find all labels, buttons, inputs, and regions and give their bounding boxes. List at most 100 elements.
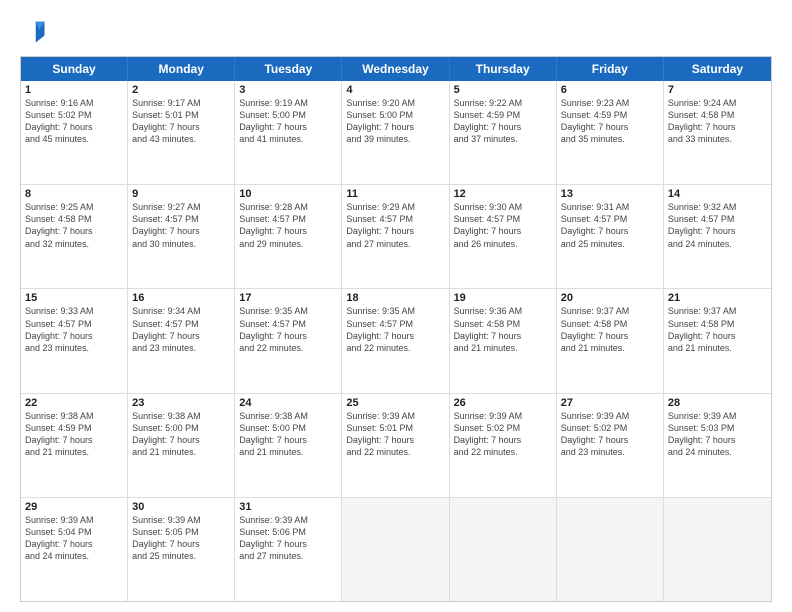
- logo: [20, 18, 50, 46]
- weekday-header: Tuesday: [235, 57, 342, 81]
- day-number: 10: [239, 188, 337, 200]
- cell-info-line: Sunrise: 9:39 AM: [132, 514, 230, 526]
- calendar-header: SundayMondayTuesdayWednesdayThursdayFrid…: [21, 57, 771, 81]
- cell-info-line: Sunset: 5:01 PM: [132, 109, 230, 121]
- cell-info-line: Sunset: 5:01 PM: [346, 422, 444, 434]
- day-number: 12: [454, 188, 552, 200]
- calendar-row: 29Sunrise: 9:39 AMSunset: 5:04 PMDayligh…: [21, 497, 771, 601]
- calendar-cell: 22Sunrise: 9:38 AMSunset: 4:59 PMDayligh…: [21, 394, 128, 497]
- cell-info-line: Sunset: 4:57 PM: [454, 213, 552, 225]
- cell-info-line: Sunset: 4:59 PM: [561, 109, 659, 121]
- day-number: 26: [454, 397, 552, 409]
- cell-info-line: Sunrise: 9:35 AM: [346, 305, 444, 317]
- weekday-header: Monday: [128, 57, 235, 81]
- day-number: 7: [668, 84, 767, 96]
- calendar-cell: 8Sunrise: 9:25 AMSunset: 4:58 PMDaylight…: [21, 185, 128, 288]
- cell-info-line: and 21 minutes.: [454, 342, 552, 354]
- cell-info-line: Sunset: 5:00 PM: [239, 109, 337, 121]
- cell-info-line: Sunrise: 9:39 AM: [454, 410, 552, 422]
- calendar-cell: [664, 498, 771, 601]
- day-number: 15: [25, 292, 123, 304]
- cell-info-line: Sunset: 5:00 PM: [346, 109, 444, 121]
- cell-info-line: Daylight: 7 hours: [454, 225, 552, 237]
- cell-info-line: and 24 minutes.: [668, 238, 767, 250]
- day-number: 30: [132, 501, 230, 513]
- cell-info-line: and 21 minutes.: [668, 342, 767, 354]
- day-number: 31: [239, 501, 337, 513]
- header: [20, 18, 772, 46]
- cell-info-line: Daylight: 7 hours: [239, 121, 337, 133]
- cell-info-line: Sunset: 5:02 PM: [25, 109, 123, 121]
- calendar-cell: 17Sunrise: 9:35 AMSunset: 4:57 PMDayligh…: [235, 289, 342, 392]
- cell-info-line: Daylight: 7 hours: [25, 225, 123, 237]
- day-number: 11: [346, 188, 444, 200]
- weekday-header: Wednesday: [342, 57, 449, 81]
- logo-icon: [20, 18, 48, 46]
- calendar: SundayMondayTuesdayWednesdayThursdayFrid…: [20, 56, 772, 602]
- cell-info-line: and 35 minutes.: [561, 133, 659, 145]
- cell-info-line: Daylight: 7 hours: [454, 330, 552, 342]
- cell-info-line: Sunset: 5:00 PM: [239, 422, 337, 434]
- day-number: 16: [132, 292, 230, 304]
- cell-info-line: Sunrise: 9:39 AM: [25, 514, 123, 526]
- cell-info-line: Sunrise: 9:17 AM: [132, 97, 230, 109]
- cell-info-line: Sunrise: 9:31 AM: [561, 201, 659, 213]
- cell-info-line: Daylight: 7 hours: [454, 434, 552, 446]
- calendar-cell: 24Sunrise: 9:38 AMSunset: 5:00 PMDayligh…: [235, 394, 342, 497]
- cell-info-line: Daylight: 7 hours: [25, 538, 123, 550]
- calendar-row: 15Sunrise: 9:33 AMSunset: 4:57 PMDayligh…: [21, 288, 771, 392]
- cell-info-line: and 33 minutes.: [668, 133, 767, 145]
- cell-info-line: Sunset: 4:59 PM: [454, 109, 552, 121]
- cell-info-line: Sunset: 4:57 PM: [132, 318, 230, 330]
- cell-info-line: and 22 minutes.: [239, 342, 337, 354]
- calendar-cell: [450, 498, 557, 601]
- cell-info-line: Daylight: 7 hours: [561, 330, 659, 342]
- cell-info-line: and 37 minutes.: [454, 133, 552, 145]
- cell-info-line: Sunset: 4:57 PM: [346, 213, 444, 225]
- cell-info-line: Daylight: 7 hours: [561, 225, 659, 237]
- cell-info-line: Sunrise: 9:37 AM: [561, 305, 659, 317]
- weekday-header: Friday: [557, 57, 664, 81]
- cell-info-line: and 21 minutes.: [25, 446, 123, 458]
- cell-info-line: Daylight: 7 hours: [239, 225, 337, 237]
- calendar-cell: 26Sunrise: 9:39 AMSunset: 5:02 PMDayligh…: [450, 394, 557, 497]
- cell-info-line: Sunset: 4:58 PM: [454, 318, 552, 330]
- cell-info-line: Sunrise: 9:39 AM: [668, 410, 767, 422]
- day-number: 19: [454, 292, 552, 304]
- cell-info-line: Sunset: 5:06 PM: [239, 526, 337, 538]
- calendar-cell: [342, 498, 449, 601]
- cell-info-line: Sunrise: 9:39 AM: [239, 514, 337, 526]
- calendar-cell: 15Sunrise: 9:33 AMSunset: 4:57 PMDayligh…: [21, 289, 128, 392]
- cell-info-line: Daylight: 7 hours: [239, 538, 337, 550]
- day-number: 5: [454, 84, 552, 96]
- cell-info-line: Sunset: 4:57 PM: [25, 318, 123, 330]
- calendar-row: 1Sunrise: 9:16 AMSunset: 5:02 PMDaylight…: [21, 81, 771, 184]
- cell-info-line: Daylight: 7 hours: [346, 330, 444, 342]
- day-number: 24: [239, 397, 337, 409]
- day-number: 3: [239, 84, 337, 96]
- cell-info-line: Sunrise: 9:39 AM: [346, 410, 444, 422]
- cell-info-line: Daylight: 7 hours: [561, 434, 659, 446]
- cell-info-line: Sunrise: 9:36 AM: [454, 305, 552, 317]
- cell-info-line: Daylight: 7 hours: [668, 225, 767, 237]
- cell-info-line: Sunrise: 9:37 AM: [668, 305, 767, 317]
- calendar-cell: 11Sunrise: 9:29 AMSunset: 4:57 PMDayligh…: [342, 185, 449, 288]
- calendar-cell: 14Sunrise: 9:32 AMSunset: 4:57 PMDayligh…: [664, 185, 771, 288]
- calendar-cell: 19Sunrise: 9:36 AMSunset: 4:58 PMDayligh…: [450, 289, 557, 392]
- cell-info-line: and 26 minutes.: [454, 238, 552, 250]
- cell-info-line: Sunrise: 9:16 AM: [25, 97, 123, 109]
- calendar-body: 1Sunrise: 9:16 AMSunset: 5:02 PMDaylight…: [21, 81, 771, 601]
- day-number: 8: [25, 188, 123, 200]
- cell-info-line: Sunset: 5:04 PM: [25, 526, 123, 538]
- day-number: 22: [25, 397, 123, 409]
- cell-info-line: Daylight: 7 hours: [346, 225, 444, 237]
- cell-info-line: Sunrise: 9:38 AM: [132, 410, 230, 422]
- cell-info-line: Daylight: 7 hours: [25, 330, 123, 342]
- cell-info-line: Daylight: 7 hours: [668, 434, 767, 446]
- cell-info-line: Sunset: 4:57 PM: [668, 213, 767, 225]
- cell-info-line: Sunset: 4:57 PM: [239, 213, 337, 225]
- weekday-header: Thursday: [450, 57, 557, 81]
- day-number: 25: [346, 397, 444, 409]
- cell-info-line: and 22 minutes.: [346, 342, 444, 354]
- cell-info-line: and 22 minutes.: [346, 446, 444, 458]
